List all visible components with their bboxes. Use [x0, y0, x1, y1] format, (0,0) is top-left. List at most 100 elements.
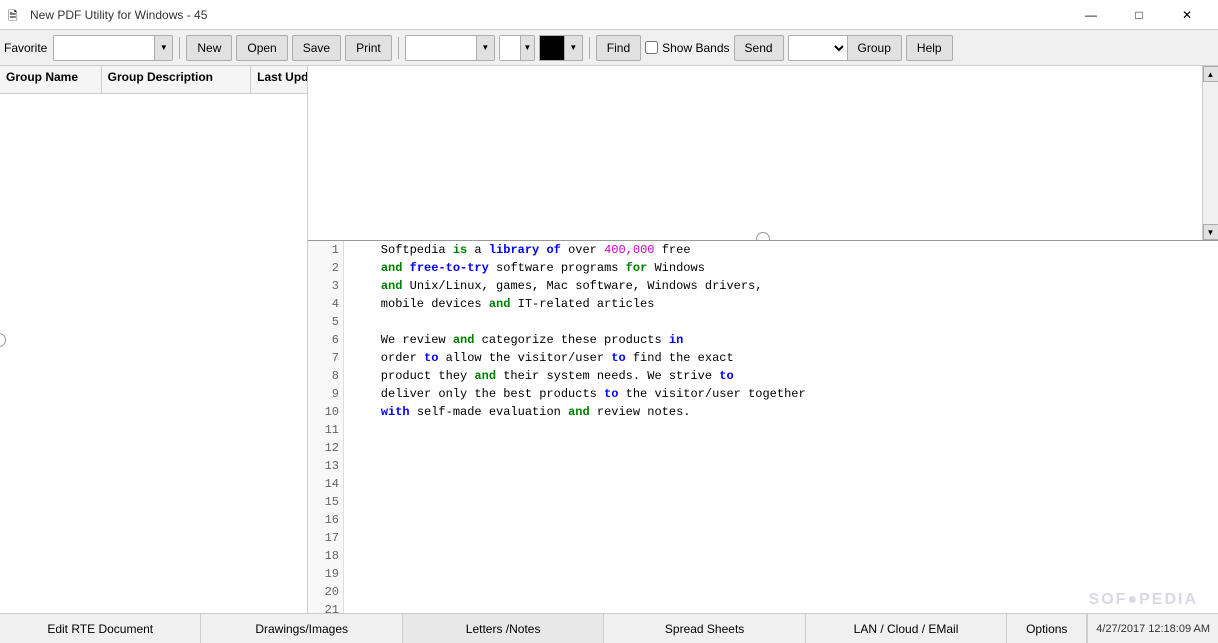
keyword-blue: to [424, 351, 438, 365]
code-line: product they and their system needs. We … [352, 367, 1210, 385]
favorite-label: Favorite [4, 41, 47, 55]
window-title: New PDF Utility for Windows - 45 [30, 8, 1068, 22]
group-button[interactable]: Group [848, 35, 902, 61]
left-panel: Group Name Group Description Last Upd [0, 66, 308, 613]
keyword-blue: library [489, 243, 539, 257]
help-button[interactable]: Help [906, 35, 953, 61]
color-dropdown-btn[interactable]: ▼ [565, 35, 583, 61]
code-line [352, 439, 1210, 457]
code-line [352, 565, 1210, 583]
save-button[interactable]: Save [292, 35, 341, 61]
format-dropdown[interactable]: ▼ [405, 35, 495, 61]
group-select[interactable] [788, 35, 848, 61]
code-line: order to allow the visitor/user to find … [352, 349, 1210, 367]
line-number: 14 [308, 475, 339, 493]
favorite-dropdown[interactable]: ▼ [53, 35, 173, 61]
line-number: 8 [308, 367, 339, 385]
line-number: 16 [308, 511, 339, 529]
code-line [352, 511, 1210, 529]
keyword-green: and [381, 261, 403, 275]
keyword-green: and [453, 333, 475, 347]
code-content[interactable]: Softpedia is a library of over 400,000 f… [344, 241, 1218, 613]
page-dropdown[interactable]: ▼ [499, 35, 535, 61]
col-group-name: Group Name [0, 66, 102, 93]
col-group-desc: Group Description [102, 66, 252, 93]
send-button[interactable]: Send [734, 35, 784, 61]
show-bands-label: Show Bands [662, 41, 729, 55]
left-panel-header: Group Name Group Description Last Upd [0, 66, 307, 94]
tab-spreadsheets[interactable]: Spread Sheets [604, 614, 805, 643]
line-number: 3 [308, 277, 339, 295]
scroll-track [1203, 82, 1218, 224]
code-line [352, 421, 1210, 439]
divider-handle[interactable] [756, 232, 770, 241]
keyword-green: and [474, 369, 496, 383]
keyword-blue: with [381, 405, 410, 419]
keyword-magenta: 400,000 [604, 243, 654, 257]
tab-lan-cloud[interactable]: LAN / Cloud / EMail [806, 614, 1007, 643]
code-line [352, 313, 1210, 331]
main-area: Group Name Group Description Last Upd ▲ … [0, 66, 1218, 613]
open-button[interactable]: Open [236, 35, 287, 61]
line-number: 12 [308, 439, 339, 457]
toolbar: Favorite ▼ New Open Save Print ▼ ▼ ▼ Fin… [0, 30, 1218, 66]
code-line [352, 529, 1210, 547]
line-number: 7 [308, 349, 339, 367]
sep2 [398, 37, 399, 59]
keyword-green: is [453, 243, 467, 257]
keyword-green: and [381, 279, 403, 293]
tab-letters[interactable]: Letters /Notes [403, 614, 604, 643]
tab-edit-rte[interactable]: Edit RTE Document [0, 614, 201, 643]
group-select-wrap: Group [788, 35, 902, 61]
line-number: 15 [308, 493, 339, 511]
maximize-button[interactable]: □ [1116, 0, 1162, 30]
close-button[interactable]: ✕ [1164, 0, 1210, 30]
line-number: 17 [308, 529, 339, 547]
line-number: 21 [308, 601, 339, 613]
line-numbers: 1234567891011121314151617181920212223242… [308, 241, 344, 613]
page-dropdown-btn[interactable]: ▼ [520, 36, 534, 60]
line-number: 18 [308, 547, 339, 565]
line-number: 4 [308, 295, 339, 313]
code-line [352, 547, 1210, 565]
tab-options[interactable]: Options [1007, 614, 1087, 643]
line-number: 11 [308, 421, 339, 439]
show-bands-checkbox[interactable] [645, 41, 658, 54]
app-icon: 🗎 [8, 7, 24, 23]
new-button[interactable]: New [186, 35, 232, 61]
code-line: with self-made evaluation and review not… [352, 403, 1210, 421]
code-line [352, 475, 1210, 493]
line-number: 1 [308, 241, 339, 259]
line-number: 10 [308, 403, 339, 421]
format-input[interactable] [406, 36, 476, 60]
line-number: 6 [308, 331, 339, 349]
preview-area: ▲ ▼ [308, 66, 1218, 241]
left-panel-body [0, 94, 307, 613]
window-controls: — □ ✕ [1068, 0, 1210, 30]
find-button[interactable]: Find [596, 35, 641, 61]
keyword-green: and [568, 405, 590, 419]
sep1 [179, 37, 180, 59]
show-bands-checkbox-label[interactable]: Show Bands [645, 41, 729, 55]
scroll-down-arrow[interactable]: ▼ [1203, 224, 1218, 240]
format-dropdown-btn[interactable]: ▼ [476, 36, 494, 60]
keyword-blue: to [604, 387, 618, 401]
keyword-blue: of [546, 243, 560, 257]
color-picker-group: ▼ [539, 35, 583, 61]
tab-drawings[interactable]: Drawings/Images [201, 614, 402, 643]
line-number: 20 [308, 583, 339, 601]
code-line: Softpedia is a library of over 400,000 f… [352, 241, 1210, 259]
keyword-green: for [626, 261, 648, 275]
color-box[interactable] [539, 35, 565, 61]
code-line [352, 457, 1210, 475]
minimize-button[interactable]: — [1068, 0, 1114, 30]
keyword-green: and [489, 297, 511, 311]
scroll-up-arrow[interactable]: ▲ [1203, 66, 1218, 82]
print-button[interactable]: Print [345, 35, 392, 61]
favorite-dropdown-btn[interactable]: ▼ [154, 36, 172, 60]
col-last-upd: Last Upd [251, 66, 307, 93]
page-input[interactable] [500, 36, 520, 60]
code-line: deliver only the best products to the vi… [352, 385, 1210, 403]
right-panel: ▲ ▼ 123456789101112131415161718192021222… [308, 66, 1218, 613]
favorite-input[interactable] [54, 36, 154, 60]
